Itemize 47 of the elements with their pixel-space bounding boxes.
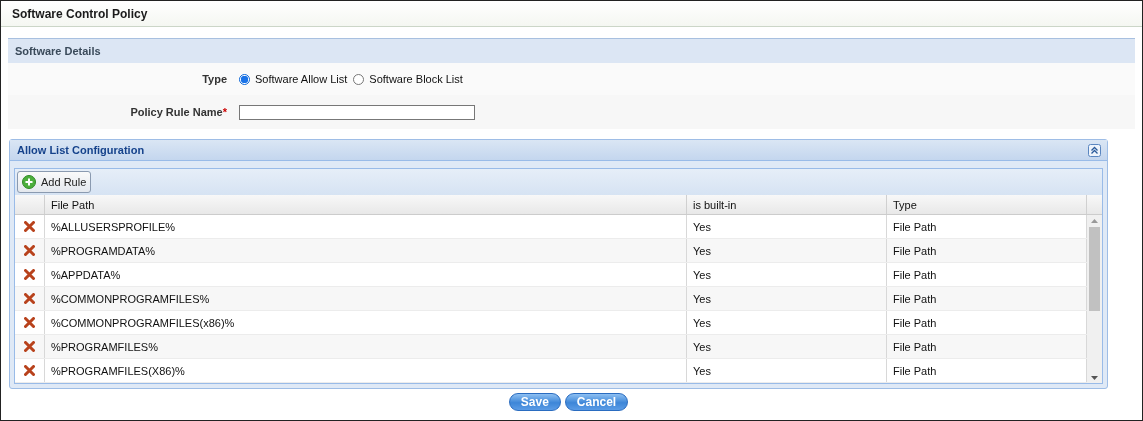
type-label: Type — [202, 73, 227, 85]
delete-icon[interactable] — [24, 245, 35, 256]
delete-icon[interactable] — [24, 269, 35, 280]
table-cell: File Path — [893, 268, 937, 281]
scroll-down-icon[interactable] — [1091, 376, 1098, 380]
table-cell: Yes — [693, 292, 711, 305]
table-cell: %PROGRAMFILES(X86)% — [51, 364, 185, 377]
radio-option[interactable]: Software Block List — [353, 73, 463, 85]
delete-icon[interactable] — [24, 317, 35, 328]
table-cell: File Path — [893, 340, 937, 353]
radio-option[interactable]: Software Allow List — [239, 73, 348, 85]
table-cell: Yes — [693, 220, 711, 233]
add-rule-button[interactable]: Add Rule — [17, 171, 92, 193]
plus-icon — [22, 175, 36, 189]
table-cell: %PROGRAMDATA% — [51, 244, 156, 257]
table-cell: File Path — [893, 220, 937, 233]
table-cell: %PROGRAMFILES% — [51, 340, 158, 353]
scroll-thumb[interactable] — [1089, 227, 1100, 311]
table-cell: Yes — [693, 340, 711, 353]
table-cell: %COMMONPROGRAMFILES(x86)% — [51, 316, 235, 329]
table-cell: File Path — [893, 244, 937, 257]
column-header[interactable]: Type — [893, 198, 917, 211]
panel-title: Allow List Configuration — [17, 144, 145, 156]
table-cell: File Path — [893, 292, 937, 305]
table-cell: File Path — [893, 316, 937, 329]
table-cell: File Path — [893, 364, 937, 377]
delete-icon[interactable] — [24, 365, 35, 376]
delete-icon[interactable] — [24, 293, 35, 304]
collapse-icon[interactable] — [1088, 143, 1101, 157]
section-title: Software Details — [15, 45, 101, 57]
table-cell: Yes — [693, 244, 711, 257]
radio-button-icon[interactable] — [239, 73, 250, 85]
scrollbar[interactable] — [1087, 215, 1102, 383]
rule-name-label: Policy Rule Name* — [130, 106, 227, 118]
page-title: Software Control Policy — [12, 6, 148, 21]
delete-icon[interactable] — [24, 221, 35, 232]
table-cell: %COMMONPROGRAMFILES% — [51, 292, 210, 305]
table-cell: Yes — [693, 268, 711, 281]
table-cell: %APPDATA% — [51, 268, 121, 281]
column-header[interactable]: is built-in — [693, 198, 737, 211]
table-cell: Yes — [693, 316, 711, 329]
rule-name-field[interactable] — [239, 104, 475, 120]
table-cell: Yes — [693, 364, 711, 377]
table-cell: %ALLUSERSPROFILE% — [51, 220, 176, 233]
delete-icon[interactable] — [24, 341, 35, 352]
column-header[interactable]: File Path — [51, 198, 95, 211]
radio-button-icon[interactable] — [353, 73, 365, 85]
